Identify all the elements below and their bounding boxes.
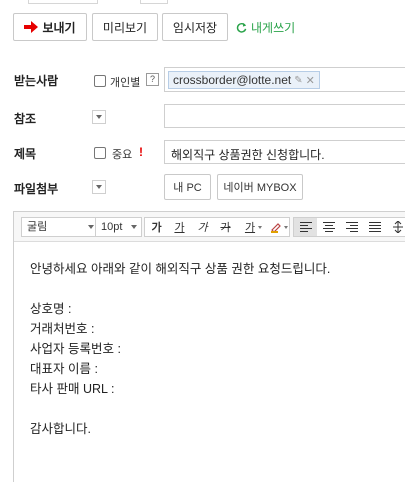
body-line: 대표자 이름 : xyxy=(30,362,98,376)
self-mail-label: 내게쓰기 xyxy=(251,20,296,35)
chevron-down-icon xyxy=(258,226,262,229)
body-line xyxy=(30,399,330,419)
individual-checkbox[interactable] xyxy=(94,75,106,87)
align-left-icon xyxy=(299,222,312,232)
help-icon[interactable]: ? xyxy=(146,73,159,86)
preview-button[interactable]: 미리보기 xyxy=(92,13,158,41)
editor: 굴림 10pt 가 가 가 가 가 안녕하세요 아래와 같이 해외직구 상품 권… xyxy=(13,211,405,482)
subject-value: 해외직구 상품권한 신청합니다. xyxy=(171,148,325,162)
editor-toolbar: 굴림 10pt 가 가 가 가 가 xyxy=(14,212,405,242)
cc-dropdown[interactable] xyxy=(92,110,106,124)
send-label: 보내기 xyxy=(42,20,76,35)
body-line: 사업자 등록번호 : xyxy=(30,342,121,356)
save-draft-label: 임시저장 xyxy=(172,20,218,35)
important-mark-icon: ! xyxy=(139,145,143,159)
to-field[interactable]: crossborder@lotte.net ✎ ✕ xyxy=(164,67,405,92)
align-justify-button[interactable] xyxy=(363,218,386,236)
remove-recipient-icon[interactable]: ✕ xyxy=(306,74,315,87)
align-center-button[interactable] xyxy=(317,218,340,236)
mybox-button[interactable]: 네이버 MYBOX xyxy=(217,174,303,200)
line-height-icon xyxy=(392,221,403,233)
save-draft-button[interactable]: 임시저장 xyxy=(162,13,228,41)
chevron-down-icon xyxy=(131,225,137,229)
recipient-email: crossborder@lotte.net xyxy=(173,73,292,87)
font-size-value: 10pt xyxy=(101,221,123,233)
body-line: 거래처번호 : xyxy=(30,322,95,336)
strikethrough-button[interactable]: 가 xyxy=(214,218,237,236)
body-line: 상호명 : xyxy=(30,302,72,316)
my-pc-button[interactable]: 내 PC xyxy=(164,174,211,200)
individual-label: 개인별 xyxy=(110,77,141,89)
cc-label: 참조 xyxy=(14,112,37,126)
highlight-button[interactable] xyxy=(263,218,289,236)
underline-button[interactable]: 가 xyxy=(168,218,191,236)
edit-pencil-icon[interactable]: ✎ xyxy=(294,75,302,86)
to-label: 받는사람 xyxy=(14,74,59,88)
align-right-button[interactable] xyxy=(340,218,363,236)
italic-button[interactable]: 가 xyxy=(191,218,214,236)
subject-label: 제목 xyxy=(14,147,37,161)
cc-input[interactable] xyxy=(164,104,405,128)
chevron-down-icon xyxy=(284,226,288,229)
refresh-icon xyxy=(236,22,247,33)
font-color-button[interactable]: 가 xyxy=(237,218,263,236)
align-justify-icon xyxy=(368,222,381,232)
font-family-select[interactable]: 굴림 xyxy=(21,217,99,237)
font-family-value: 굴림 xyxy=(27,221,48,233)
self-mail-link[interactable]: 내게쓰기 xyxy=(236,13,295,41)
align-right-icon xyxy=(345,222,358,232)
body-line: 감사합니다. xyxy=(30,422,91,436)
font-color-label: 가 xyxy=(244,222,256,234)
send-arrow-icon xyxy=(24,21,39,33)
send-button[interactable]: 보내기 xyxy=(13,13,87,41)
subject-input[interactable]: 해외직구 상품권한 신청합니다. xyxy=(164,140,405,164)
bold-button[interactable]: 가 xyxy=(145,218,168,236)
attach-dropdown[interactable] xyxy=(92,180,106,194)
body-line: 안녕하세요 아래와 같이 해외직구 상품 권한 요청드립니다. xyxy=(30,262,331,276)
important-label: 중요 xyxy=(112,149,133,161)
highlighter-icon xyxy=(271,223,281,233)
my-pc-label: 내 PC xyxy=(173,182,202,194)
top-tab-stub xyxy=(140,0,168,4)
align-group xyxy=(293,217,405,237)
preview-label: 미리보기 xyxy=(102,20,148,35)
body-line: 타사 판매 URL : xyxy=(30,382,115,396)
align-left-button[interactable] xyxy=(294,218,317,236)
editor-body[interactable]: 안녕하세요 아래와 같이 해외직구 상품 권한 요청드립니다. 상호명 : 거래… xyxy=(30,259,330,439)
line-height-button[interactable] xyxy=(386,218,405,236)
body-line xyxy=(30,279,330,299)
top-tab-stub xyxy=(28,0,98,4)
font-size-select[interactable]: 10pt xyxy=(95,217,142,237)
chevron-down-icon xyxy=(88,225,94,229)
chevron-down-icon xyxy=(96,115,102,119)
mybox-label: 네이버 MYBOX xyxy=(223,182,297,194)
format-group: 가 가 가 가 가 xyxy=(144,217,290,237)
align-center-icon xyxy=(322,222,335,232)
attach-label: 파일첨부 xyxy=(14,182,59,196)
important-checkbox[interactable] xyxy=(94,147,106,159)
recipient-chip[interactable]: crossborder@lotte.net ✎ ✕ xyxy=(168,71,320,89)
chevron-down-icon xyxy=(96,185,102,189)
